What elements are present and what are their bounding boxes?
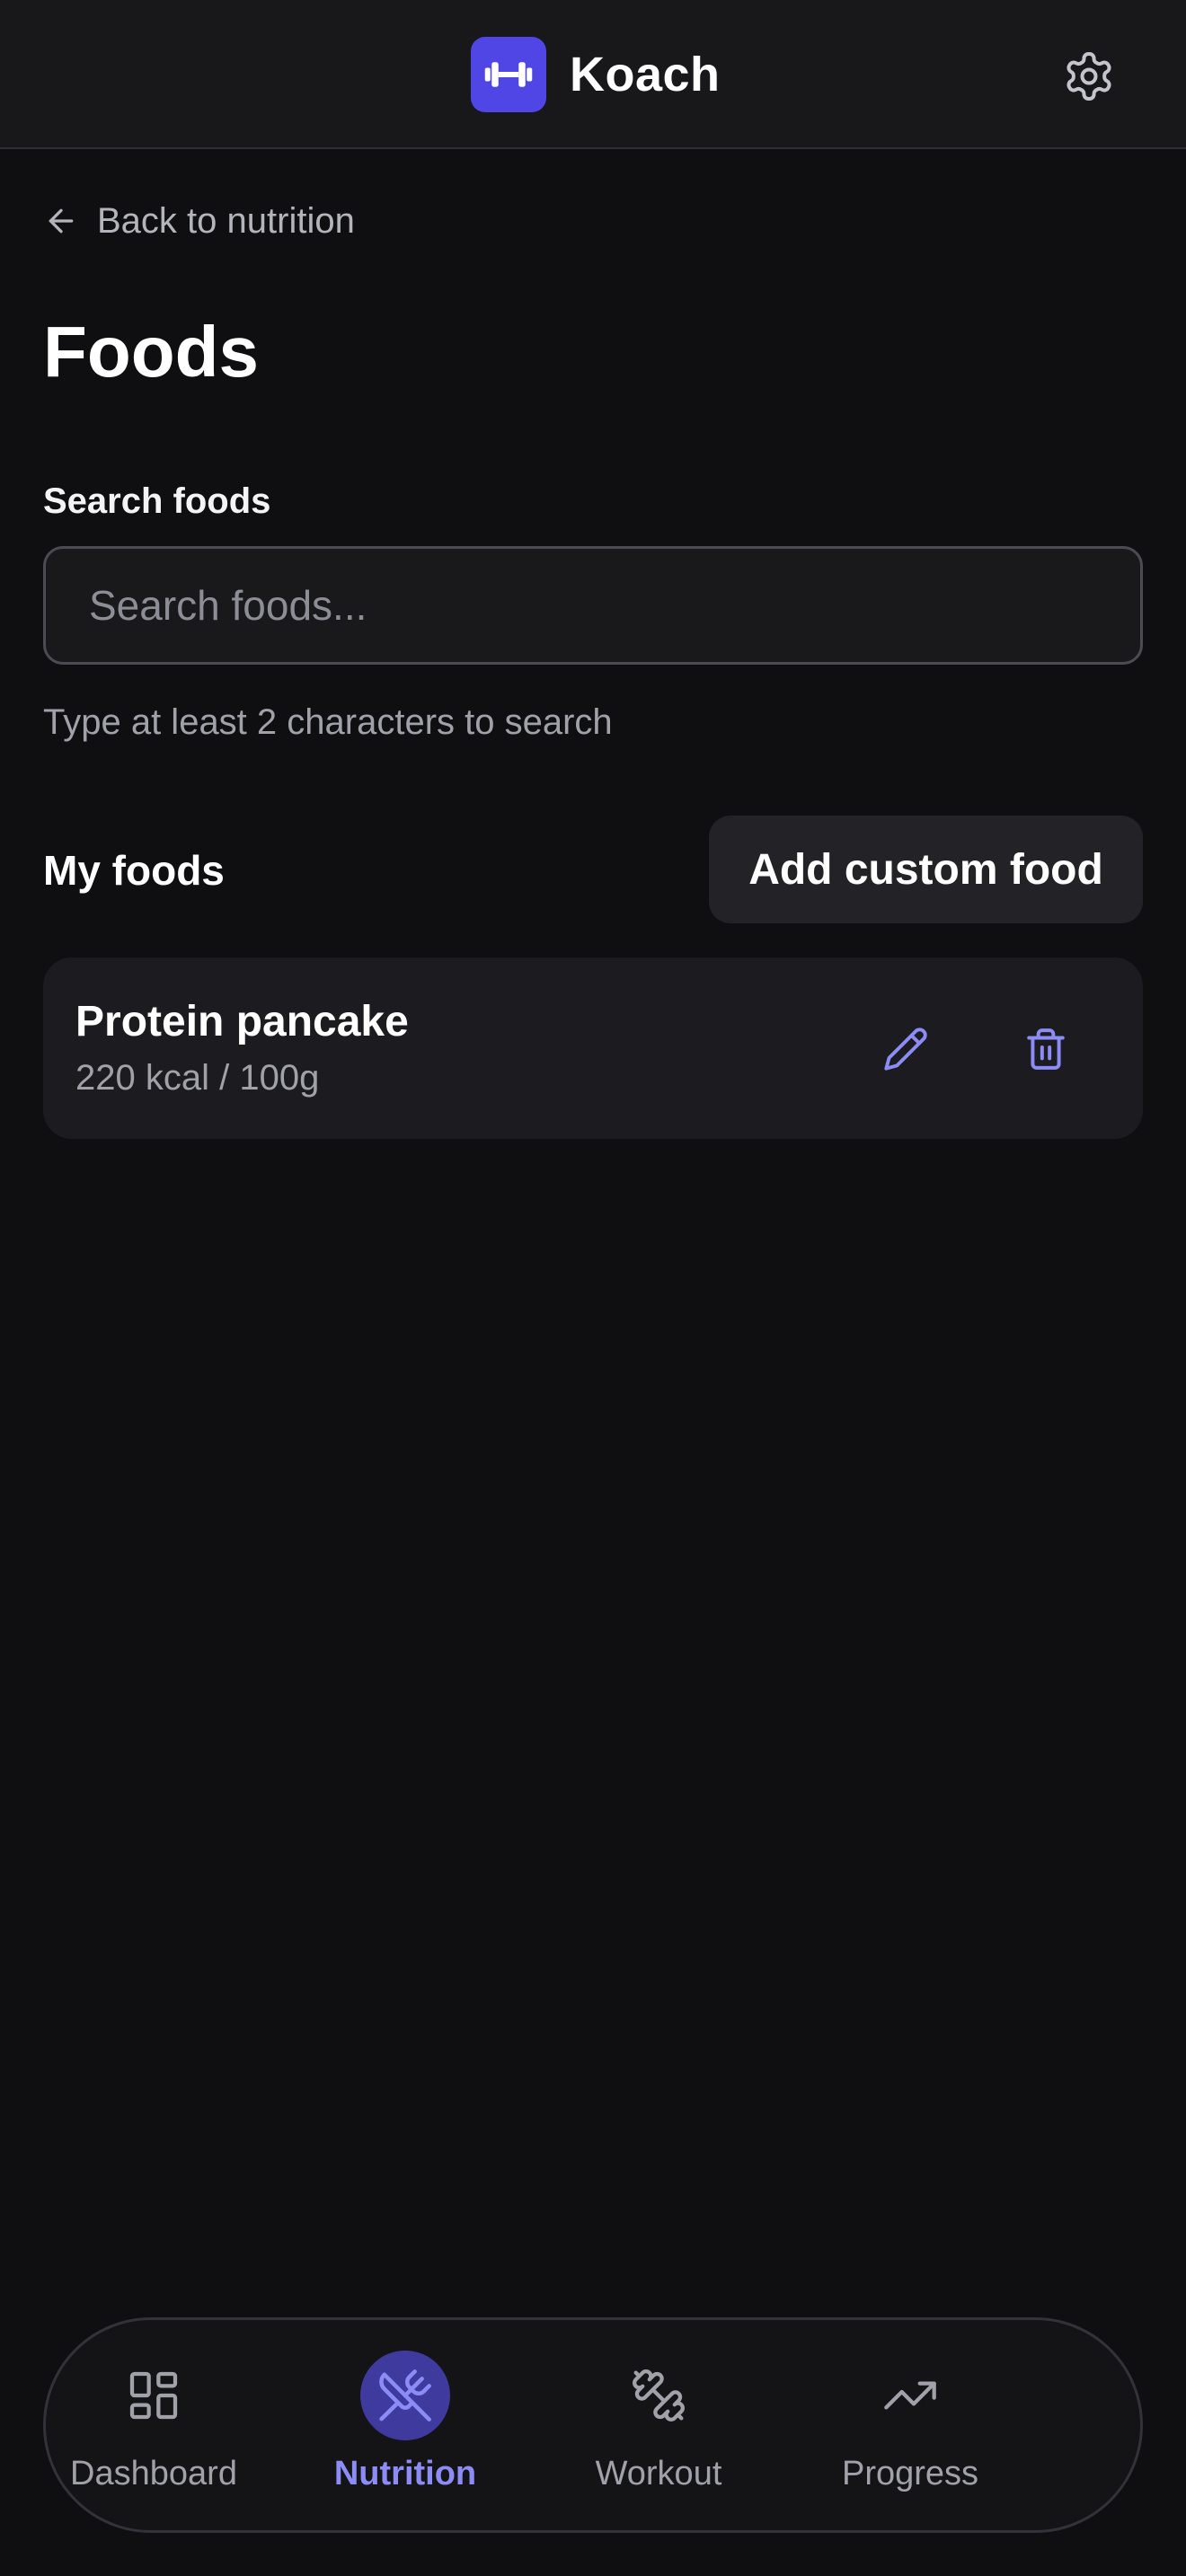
app-root: Koach Back to nutrition Foods Search foo… [0, 0, 1186, 2576]
gear-icon[interactable] [1060, 48, 1118, 105]
nav-item-dashboard[interactable]: Dashboard [46, 2320, 261, 2536]
nav-item-nutrition[interactable]: Nutrition [297, 2320, 513, 2536]
grid-icon [109, 2351, 199, 2440]
page-title: Foods [43, 312, 259, 392]
brand[interactable]: Koach [471, 37, 721, 112]
nav-label: Progress [841, 2455, 979, 2492]
nav-label: Workout [595, 2455, 722, 2492]
nav-item-workout[interactable]: Workout [551, 2320, 766, 2536]
food-list-item[interactable]: Protein pancake 220 kcal / 100g [43, 957, 1143, 1139]
add-custom-food-button[interactable]: Add custom food [709, 816, 1143, 923]
app-header: Koach [0, 0, 1186, 149]
search-input[interactable] [43, 546, 1143, 665]
utensils-icon [360, 2351, 450, 2440]
dumbbell-icon [471, 37, 546, 112]
nav-item-progress[interactable]: Progress [802, 2320, 1018, 2536]
dumbbell-icon [614, 2351, 704, 2440]
search-hint: Type at least 2 characters to search [43, 702, 613, 742]
back-link-label: Back to nutrition [97, 200, 355, 241]
pencil-icon[interactable] [873, 1017, 938, 1081]
app-name: Koach [570, 48, 721, 101]
food-name: Protein pancake [75, 998, 409, 1045]
back-to-nutrition-link[interactable]: Back to nutrition [43, 196, 355, 246]
arrow-left-icon [49, 208, 74, 234]
my-foods-title: My foods [43, 847, 225, 894]
trending-up-icon [865, 2351, 955, 2440]
bottom-nav: Dashboard Nutrition Workout Progress [43, 2317, 1143, 2533]
search-label: Search foods [43, 481, 271, 521]
nav-label: Dashboard [70, 2455, 237, 2492]
nav-label: Nutrition [333, 2455, 477, 2492]
food-calories: 220 kcal / 100g [75, 1058, 320, 1098]
trash-icon[interactable] [1013, 1017, 1078, 1081]
